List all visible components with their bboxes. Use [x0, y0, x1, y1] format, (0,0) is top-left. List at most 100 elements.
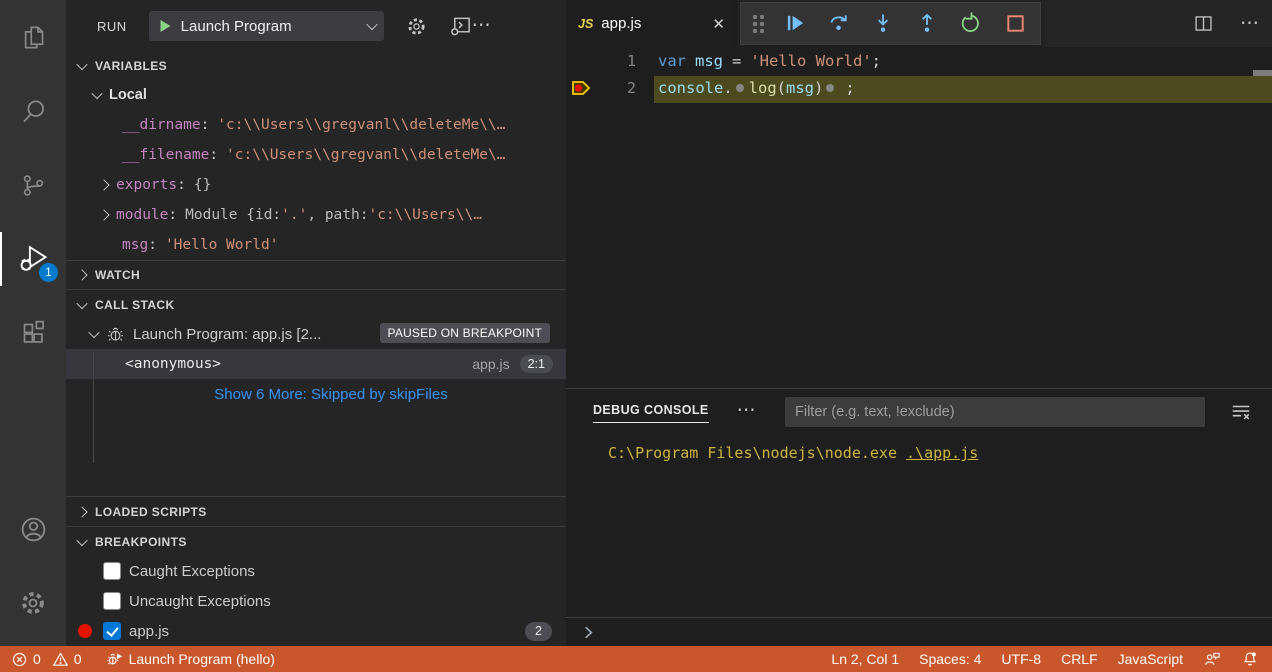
chevron-down-icon — [91, 88, 102, 99]
sidebar-empty-space — [66, 409, 566, 496]
scope-row-local[interactable]: Local — [66, 80, 566, 110]
status-bar: 0 0 Launch Program (hello) L — [0, 646, 1272, 672]
tab-bar: JS app.js ✕ ⋯ — [566, 0, 1272, 47]
editor-scrollbar-thumb[interactable] — [1253, 70, 1272, 76]
uncaught-exceptions-checkbox[interactable] — [103, 592, 121, 610]
console-output-file-link[interactable]: .\app.js — [906, 444, 978, 462]
panel-more-icon[interactable]: ⋯ — [737, 406, 757, 420]
breakpoint-count-badge: 2 — [525, 622, 552, 641]
step-over-button[interactable] — [827, 11, 852, 36]
panel-header: DEBUG CONSOLE ⋯ — [566, 389, 1272, 436]
vscode-window: 1 RUN — [0, 0, 1272, 672]
run-debug-sidebar: RUN Launch Program — [66, 0, 566, 646]
debug-session-row[interactable]: Launch Program: app.js [2... PAUSED ON B… — [66, 319, 566, 349]
inline-breakpoint-hint-icon[interactable] — [826, 84, 834, 92]
notifications-bell-icon[interactable] — [1238, 646, 1262, 672]
more-actions-icon[interactable]: ⋯ — [1240, 19, 1260, 29]
stop-button[interactable] — [1003, 11, 1028, 36]
bug-icon — [106, 325, 125, 344]
call-stack-section-header[interactable]: CALL STACK — [66, 289, 566, 319]
chevron-down-icon — [76, 297, 87, 308]
console-filter-input[interactable] — [785, 397, 1205, 427]
line-number[interactable]: 2 — [596, 79, 636, 97]
loaded-scripts-section-header[interactable]: LOADED SCRIPTS — [66, 496, 566, 526]
variable-row[interactable]: __dirname: 'c:\\Users\\gregvanl\\deleteM… — [66, 110, 566, 140]
problems-indicator[interactable]: 0 0 — [8, 646, 85, 672]
debug-config-dropdown[interactable]: Launch Program — [149, 11, 384, 41]
show-more-skipfiles-link[interactable]: Show 6 More: Skipped by skipFiles — [66, 379, 566, 409]
cursor-position[interactable]: Ln 2, Col 1 — [828, 646, 902, 672]
tab-debug-console[interactable]: DEBUG CONSOLE — [593, 403, 709, 423]
javascript-file-icon: JS — [578, 17, 593, 31]
debug-console-panel: DEBUG CONSOLE ⋯ C:\Program Files\nodejs\… — [566, 388, 1272, 646]
step-into-button[interactable] — [871, 11, 896, 36]
variable-row[interactable]: msg: 'Hello World' — [66, 230, 566, 260]
watch-section-header[interactable]: WATCH — [66, 260, 566, 289]
restart-button[interactable] — [959, 11, 984, 36]
appjs-breakpoint-checkbox[interactable] — [103, 622, 121, 640]
code-line-2[interactable]: 2 console.log(msg); — [566, 74, 1272, 101]
debug-alt-icon — [106, 650, 124, 668]
open-launch-json-gear-icon[interactable] — [406, 16, 427, 37]
breakpoint-current-line-icon[interactable] — [566, 74, 596, 101]
views-more-actions-icon[interactable]: ⋯ — [472, 21, 492, 31]
debug-count-badge: 1 — [39, 263, 58, 282]
variables-section-header[interactable]: VARIABLES — [66, 52, 566, 80]
run-toolbar: RUN Launch Program — [66, 0, 566, 52]
toolbar-drag-handle[interactable] — [753, 15, 764, 33]
active-indicator — [0, 232, 2, 286]
split-editor-icon[interactable] — [1193, 13, 1214, 34]
variable-row-expandable[interactable]: exports: {} — [66, 170, 566, 200]
editor-actions: ⋯ — [1193, 0, 1260, 47]
frame-file-label: app.js — [472, 356, 509, 372]
stack-frame-row-selected[interactable]: <anonymous> app.js 2:1 — [66, 349, 566, 379]
chevron-right-icon — [76, 269, 87, 280]
breakpoint-row[interactable]: Caught Exceptions — [66, 556, 566, 586]
breakpoint-row[interactable]: app.js 2 — [66, 616, 566, 646]
indentation[interactable]: Spaces: 4 — [916, 646, 984, 672]
caught-exceptions-checkbox[interactable] — [103, 562, 121, 580]
editor-group: JS app.js ✕ ⋯ — [566, 0, 1272, 646]
frame-position-badge: 2:1 — [520, 355, 553, 373]
run-and-debug-icon[interactable]: 1 — [0, 222, 66, 296]
chevron-down-icon — [88, 327, 99, 338]
tree-indent-guide — [93, 352, 94, 463]
breakpoint-dot-icon — [78, 624, 92, 638]
chevron-down-icon — [76, 534, 87, 545]
variable-row[interactable]: __filename: 'c:\\Users\\gregvanl\\delete… — [66, 140, 566, 170]
feedback-icon[interactable] — [1200, 646, 1224, 672]
inline-breakpoint-hint-icon[interactable] — [736, 84, 744, 92]
extensions-icon[interactable] — [0, 296, 66, 370]
source-control-icon[interactable] — [0, 148, 66, 222]
glyph-margin[interactable] — [566, 47, 596, 74]
search-icon[interactable] — [0, 74, 66, 148]
repl-input-row[interactable] — [566, 617, 1272, 646]
variable-row-expandable[interactable]: module: Module {id: '.', path: 'c:\\User… — [66, 200, 566, 230]
debug-config-label: Launch Program — [181, 18, 368, 35]
language-mode[interactable]: JavaScript — [1115, 646, 1186, 672]
code-line-1[interactable]: 1 varmsg='Hello World'; — [566, 47, 1272, 74]
console-output-line: C:\Program Files\nodejs\node.exe .\app.j… — [608, 444, 1272, 462]
account-icon[interactable] — [0, 492, 66, 566]
continue-button[interactable] — [783, 11, 808, 36]
breakpoint-row[interactable]: Uncaught Exceptions — [66, 586, 566, 616]
chevron-right-icon — [98, 209, 109, 220]
step-out-button[interactable] — [915, 11, 940, 36]
line-number[interactable]: 1 — [596, 52, 636, 70]
chevron-right-icon — [98, 179, 109, 190]
encoding[interactable]: UTF-8 — [998, 646, 1044, 672]
chevron-down-icon — [76, 59, 87, 70]
run-title: RUN — [97, 19, 127, 34]
settings-gear-icon[interactable] — [0, 566, 66, 640]
code-editor[interactable]: 1 varmsg='Hello World'; 2 console.log(ms… — [566, 47, 1272, 388]
tab-appjs[interactable]: JS app.js ✕ — [566, 0, 737, 47]
debug-console-panel-icon[interactable] — [449, 15, 472, 38]
clear-console-icon[interactable] — [1230, 401, 1252, 423]
breakpoints-section-header[interactable]: BREAKPOINTS — [66, 526, 566, 556]
error-icon — [11, 651, 28, 668]
explorer-icon[interactable] — [0, 0, 66, 74]
repl-prompt-chevron-icon — [580, 624, 597, 641]
eol-sequence[interactable]: CRLF — [1058, 646, 1101, 672]
close-icon[interactable]: ✕ — [712, 15, 725, 33]
debug-status[interactable]: Launch Program (hello) — [103, 646, 278, 672]
